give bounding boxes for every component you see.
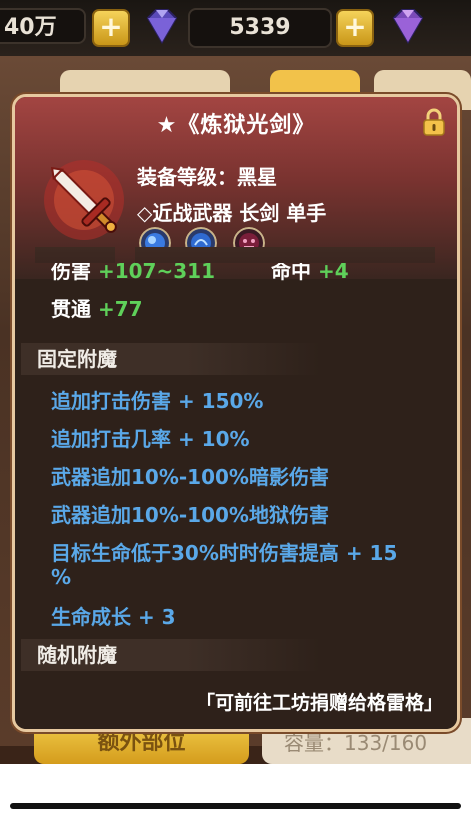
- enchant-line: 武器追加10%-100%暗影伤害: [51, 465, 329, 489]
- home-indicator[interactable]: [10, 803, 461, 809]
- donate-hint: 「可前往工坊捐赠给格雷格」: [195, 692, 443, 714]
- item-tooltip-panel: ★《炼狱光剑》 装备等级：黑星 ◇近战武器 长剑 单手 伤害 +107~311 …: [12, 94, 460, 732]
- equip-level-value: 黑星: [237, 165, 277, 189]
- fixed-enchant-header: 固定附魔: [21, 343, 321, 375]
- enchant-line: 武器追加10%-100%地狱伤害: [51, 503, 329, 527]
- enchant-line: 追加打击几率 + 10%: [51, 427, 250, 451]
- enchant-line: 目标生命低于30%时时伤害提高 + 15: [51, 541, 398, 565]
- gem-counter: 5339: [188, 8, 332, 48]
- stat-overlap-shade: [35, 247, 115, 263]
- gold-counter: 40万: [0, 8, 86, 44]
- enchant-line: 生命成长 + 3: [51, 605, 176, 629]
- equip-level-label: 装备等级：: [137, 165, 237, 189]
- item-title: ★《炼狱光剑》: [156, 113, 316, 138]
- screen-footer: [0, 764, 471, 817]
- stat-penetration: 贯通 +77: [51, 293, 143, 322]
- gold-value: 40万: [4, 15, 57, 40]
- add-gold-button[interactable]: +: [92, 9, 130, 47]
- stat-overlap-shade: [135, 247, 435, 263]
- random-enchant-header: 随机附魔: [21, 639, 321, 671]
- stat-label: 贯通: [51, 297, 91, 321]
- gem-icon: [146, 9, 178, 44]
- sword-icon: [44, 160, 124, 240]
- stat-value: +77: [97, 297, 143, 321]
- enchant-line: 追加打击伤害 + 150%: [51, 389, 264, 413]
- gem-value: 5339: [229, 15, 291, 40]
- premium-gem-icon: [392, 9, 424, 44]
- top-resource-bar: 40万 + 5339 +: [0, 0, 471, 56]
- item-type: ◇近战武器 长剑 单手: [137, 201, 327, 225]
- add-gem-button[interactable]: +: [336, 9, 374, 47]
- equip-level: 装备等级：黑星: [137, 161, 277, 190]
- enchant-line-wrap: %: [51, 565, 72, 589]
- lock-icon[interactable]: [421, 107, 447, 137]
